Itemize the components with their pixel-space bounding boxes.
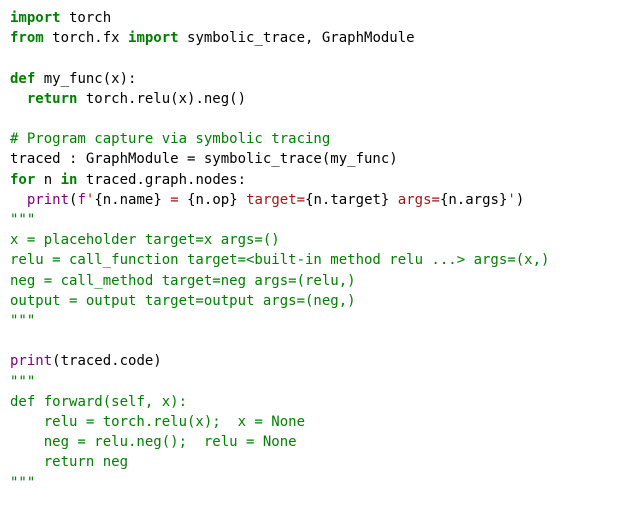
docstring-delim: """	[10, 212, 35, 228]
iterable: traced.graph.nodes:	[77, 172, 246, 188]
code-line: print(f'{n.name} = {n.op} target={n.targ…	[10, 192, 524, 208]
string-quote: '	[507, 192, 515, 208]
keyword-def: def	[10, 71, 35, 87]
statement: traced : GraphModule = symbolic_trace(my…	[10, 151, 398, 167]
docstring-delim: """	[10, 313, 35, 329]
call-args: (traced.code)	[52, 353, 162, 369]
docstring-line: return neg	[10, 454, 128, 470]
code-line: def my_func(x):	[10, 71, 136, 87]
fstring-interp: {n.target}	[305, 192, 389, 208]
indent	[10, 192, 27, 208]
keyword-import: import	[128, 30, 179, 46]
string-segment: args=	[389, 192, 440, 208]
keyword-in: in	[61, 172, 78, 188]
builtin-print: print	[27, 192, 69, 208]
docstring-line: relu = torch.relu(x); x = None	[10, 414, 305, 430]
code-line: for n in traced.graph.nodes:	[10, 172, 246, 188]
code-line: print(traced.code)	[10, 353, 162, 369]
code-line: neg = relu.neg(); relu = None	[10, 434, 297, 450]
code-line: return torch.relu(x).neg()	[10, 91, 246, 107]
code-line: """	[10, 374, 35, 390]
keyword-for: for	[10, 172, 35, 188]
docstring-delim: """	[10, 374, 35, 390]
code-line: relu = call_function target=<built-in me…	[10, 252, 549, 268]
fstring-interp: {n.op}	[187, 192, 238, 208]
docstring-line: neg = relu.neg(); relu = None	[10, 434, 297, 450]
indent	[10, 91, 27, 107]
comment: # Program capture via symbolic tracing	[10, 131, 330, 147]
code-line: # Program capture via symbolic tracing	[10, 131, 330, 147]
module-name: torch	[61, 10, 112, 26]
keyword-import: import	[10, 10, 61, 26]
code-line: import torch	[10, 10, 111, 26]
code-line: return neg	[10, 454, 128, 470]
code-line: """	[10, 212, 35, 228]
code-line: """	[10, 313, 35, 329]
keyword-return: return	[27, 91, 78, 107]
code-line: relu = torch.relu(x); x = None	[10, 414, 305, 430]
fstring-interp: {n.args}	[440, 192, 507, 208]
builtin-print: print	[10, 353, 52, 369]
docstring-line: output = output target=output args=(neg,…	[10, 293, 356, 309]
docstring-line: relu = call_function target=<built-in me…	[10, 252, 549, 268]
module-name: torch.fx	[44, 30, 128, 46]
code-line: neg = call_method target=neg args=(relu,…	[10, 273, 356, 289]
expression: torch.relu(x).neg()	[77, 91, 246, 107]
loop-var: n	[35, 172, 60, 188]
docstring-line: x = placeholder target=x args=()	[10, 232, 280, 248]
docstring-delim: """	[10, 475, 35, 491]
code-line: output = output target=output args=(neg,…	[10, 293, 356, 309]
function-signature: my_func(x):	[35, 71, 136, 87]
keyword-from: from	[10, 30, 44, 46]
docstring-sig: forward(self, x):	[35, 394, 187, 410]
string-segment: target=	[238, 192, 305, 208]
code-line: x = placeholder target=x args=()	[10, 232, 280, 248]
import-names: symbolic_trace, GraphModule	[179, 30, 415, 46]
paren-close: )	[516, 192, 524, 208]
fstring-prefix: f	[77, 192, 85, 208]
code-line: traced : GraphModule = symbolic_trace(my…	[10, 151, 398, 167]
code-block: import torch from torch.fx import symbol…	[0, 0, 618, 501]
code-line: from torch.fx import symbolic_trace, Gra…	[10, 30, 415, 46]
docstring-line: neg = call_method target=neg args=(relu,…	[10, 273, 356, 289]
code-line: """	[10, 475, 35, 491]
fstring-interp: {n.name}	[94, 192, 161, 208]
string-segment: =	[162, 192, 187, 208]
code-line: def forward(self, x):	[10, 394, 187, 410]
docstring-def: def	[10, 394, 35, 410]
